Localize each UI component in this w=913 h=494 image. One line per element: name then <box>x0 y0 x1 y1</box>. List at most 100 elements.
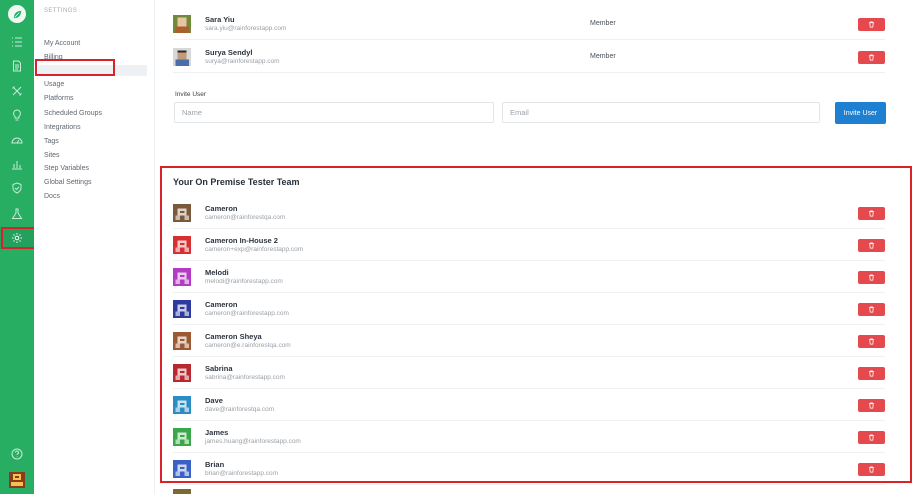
sidebar-item-scheduled-groups[interactable]: Scheduled Groups <box>34 107 155 120</box>
delete-button[interactable] <box>858 367 885 380</box>
delete-button[interactable] <box>858 303 885 316</box>
tools-icon[interactable] <box>0 80 34 102</box>
delete-button[interactable] <box>858 207 885 220</box>
trash-icon <box>868 242 875 249</box>
tester-row: Cameron In-House 2 cameron+exp@rainforest… <box>173 229 885 261</box>
trash-icon <box>868 338 875 345</box>
invite-name-input[interactable] <box>174 102 494 123</box>
settings-heading: SETTINGS <box>44 8 78 14</box>
member-role: Member <box>590 53 616 60</box>
members-panel: Sara Yiu sara.yiu@rainforestapp.com Memb… <box>159 0 911 150</box>
tester-row: Cameron Sheya cameron@e.rainforestqa.com <box>173 325 885 357</box>
sidebar-item-sites[interactable]: Sites <box>34 149 155 162</box>
sidebar-item-integrations[interactable]: Integrations <box>34 121 155 134</box>
trash-icon <box>868 402 875 409</box>
tester-row: Brian brian@rainforestapp.com <box>173 453 885 485</box>
tester-row: Sabrina sabrina@rainforestapp.com <box>173 357 885 389</box>
help-icon[interactable] <box>0 443 34 465</box>
sidebar-item-billing[interactable]: Billing <box>34 51 155 64</box>
sidebar-item-global-settings[interactable]: Global Settings <box>34 176 155 189</box>
member-email: surya@rainforestapp.com <box>205 58 280 65</box>
user-avatar[interactable] <box>9 472 25 488</box>
trash-icon <box>868 466 875 473</box>
tester-name: Sabrina <box>205 364 233 373</box>
tester-email: cameron@rainforestqa.com <box>205 214 286 221</box>
trash-icon <box>868 370 875 377</box>
gear-icon[interactable] <box>0 227 34 249</box>
member-role: Member <box>590 20 616 27</box>
tester-name: Brian <box>205 460 225 469</box>
delete-button[interactable] <box>858 18 885 31</box>
shield-icon[interactable] <box>0 177 34 199</box>
leaf-logo-icon[interactable] <box>8 5 26 23</box>
member-avatar <box>173 48 191 66</box>
tester-email: dave@rainforestqa.com <box>205 406 275 413</box>
tester-email: james.huang@rainforestapp.com <box>205 438 301 445</box>
tester-avatar <box>173 460 191 478</box>
tester-avatar <box>173 204 191 222</box>
member-name: Surya Sendyl <box>205 48 253 57</box>
tester-name: James <box>205 428 229 437</box>
tester-avatar <box>173 428 191 446</box>
tester-avatar <box>173 396 191 414</box>
tester-name: Cameron In-House 2 <box>205 236 278 245</box>
trash-icon <box>868 210 875 217</box>
tester-name: Dave <box>205 396 223 405</box>
delete-button[interactable] <box>858 335 885 348</box>
flask-icon[interactable] <box>0 203 34 225</box>
tester-row: Dave dave@rainforestqa.com <box>173 389 885 421</box>
list-icon[interactable] <box>0 31 34 53</box>
chart-icon[interactable] <box>0 153 34 175</box>
member-name: Sara Yiu <box>205 15 235 24</box>
tester-name: Cameron <box>205 300 238 309</box>
sidebar-item-platforms[interactable]: Platforms <box>34 92 155 105</box>
sidebar-item-step-variables[interactable]: Step Variables <box>34 162 155 175</box>
active-nav-indicator <box>38 65 147 76</box>
main-content: Sara Yiu sara.yiu@rainforestapp.com Memb… <box>156 0 913 494</box>
delete-button[interactable] <box>858 271 885 284</box>
trash-icon <box>868 274 875 281</box>
tester-team-title: Your On Premise Tester Team <box>173 177 300 187</box>
tester-row: Cameron cameron@rainforestapp.com <box>173 293 885 325</box>
lightbulb-icon[interactable] <box>0 104 34 126</box>
invite-email-input[interactable] <box>502 102 820 123</box>
tester-email: brian@rainforestapp.com <box>205 470 279 477</box>
tester-row: Cameron cameron@rainforestqa.com <box>173 197 885 229</box>
member-email: sara.yiu@rainforestapp.com <box>205 25 287 32</box>
tester-email: sabrina@rainforestapp.com <box>205 374 285 381</box>
tester-avatar <box>173 332 191 350</box>
tester-row: Melodi melodi@rainforestapp.com <box>173 261 885 293</box>
tester-name: Cameron Sheya <box>205 332 262 341</box>
delete-button[interactable] <box>858 51 885 64</box>
sidebar-item-my-account[interactable]: My Account <box>34 37 155 50</box>
document-icon[interactable] <box>0 55 34 77</box>
delete-button[interactable] <box>858 399 885 412</box>
trash-icon <box>868 306 875 313</box>
member-row: Surya Sendyl surya@rainforestapp.com Mem… <box>173 41 885 73</box>
member-avatar <box>173 15 191 33</box>
delete-button[interactable] <box>858 239 885 252</box>
sidebar-item-docs[interactable]: Docs <box>34 190 155 203</box>
member-row: Sara Yiu sara.yiu@rainforestapp.com Memb… <box>173 8 885 40</box>
invite-user-label: Invite User <box>175 91 207 98</box>
app-rail <box>0 0 34 494</box>
trash-icon <box>868 434 875 441</box>
member-avatar <box>173 489 191 494</box>
dashboard-icon[interactable] <box>0 129 34 151</box>
tester-avatar <box>173 268 191 286</box>
delete-button[interactable] <box>858 431 885 444</box>
tester-email: cameron+exp@rainforestapp.com <box>205 246 304 253</box>
tester-email: melodi@rainforestapp.com <box>205 278 283 285</box>
sidebar-item-tags[interactable]: Tags <box>34 135 155 148</box>
delete-button[interactable] <box>858 463 885 476</box>
tester-avatar <box>173 236 191 254</box>
sidebar-item-usage[interactable]: Usage <box>34 78 155 91</box>
tester-name: Cameron <box>205 204 238 213</box>
invite-user-button[interactable]: Invite User <box>835 102 886 124</box>
tester-avatar <box>173 364 191 382</box>
trash-icon <box>868 21 875 28</box>
tester-avatar <box>173 300 191 318</box>
tester-team-panel: Your On Premise Tester Team Cameron camer… <box>160 166 912 485</box>
tester-email: cameron@e.rainforestqa.com <box>205 342 291 349</box>
tester-row: James james.huang@rainforestapp.com <box>173 421 885 453</box>
